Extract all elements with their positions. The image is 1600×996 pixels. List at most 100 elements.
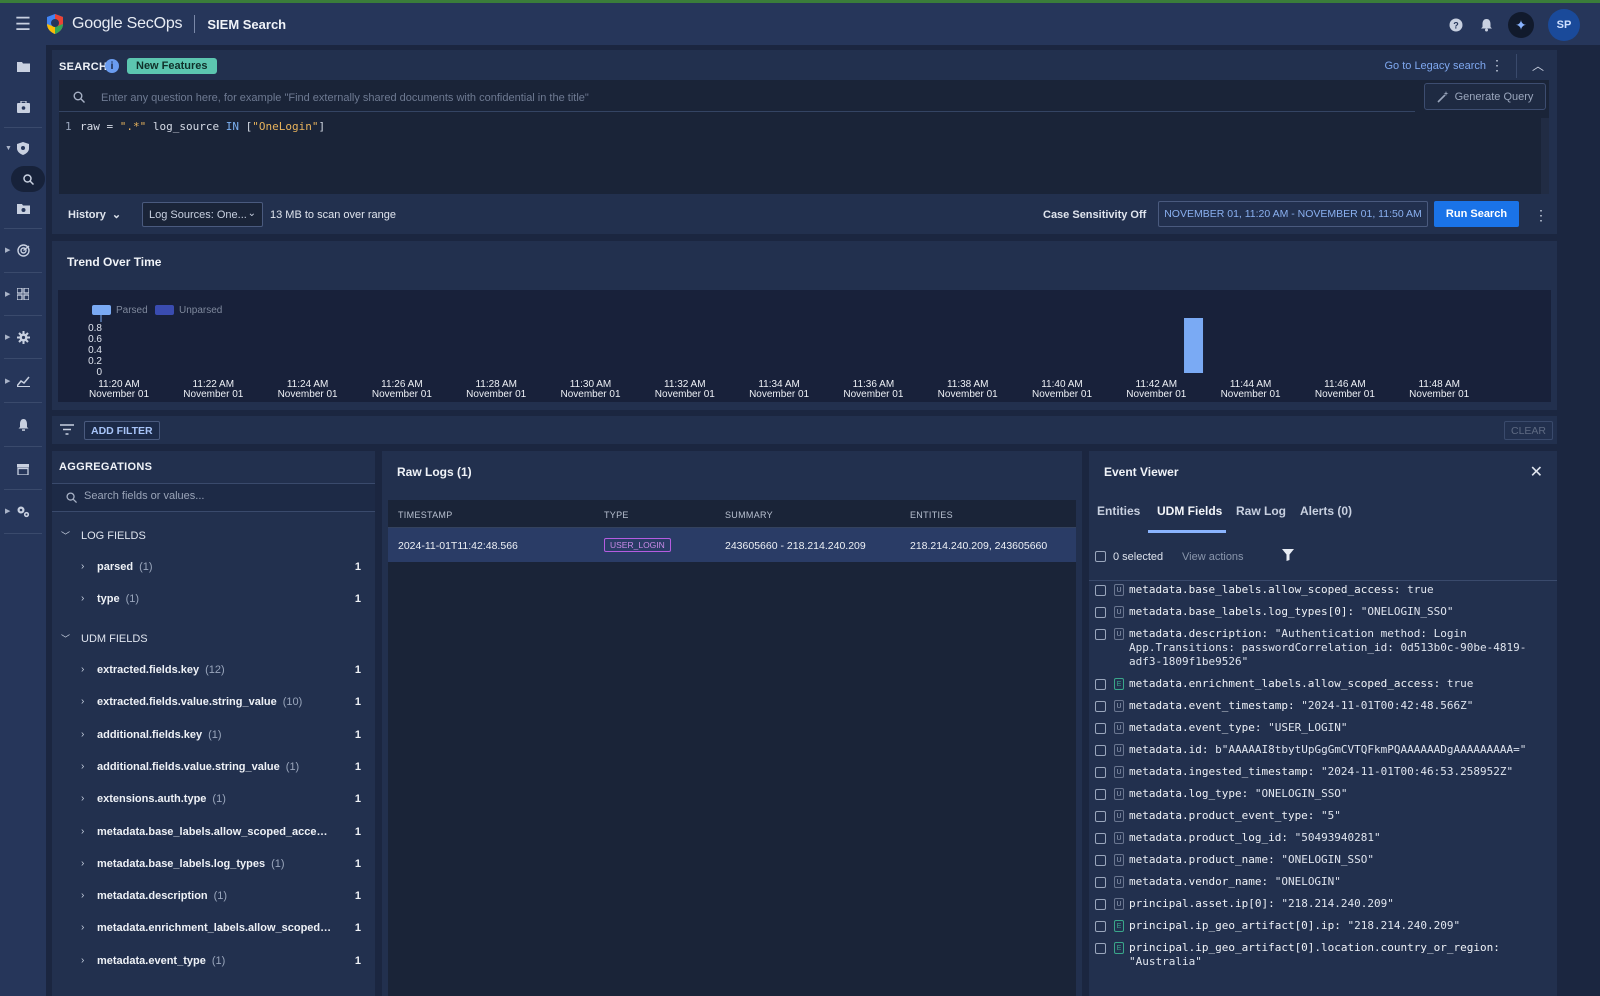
- collapse-chevron-up-icon[interactable]: ︿: [1532, 57, 1544, 74]
- nav-dashboards-icon[interactable]: ▶: [0, 279, 46, 309]
- nav-analytics-chart-icon[interactable]: ▶: [0, 366, 46, 396]
- field-source-tag-icon: E: [1114, 942, 1124, 954]
- editor-scrollbar[interactable]: [1541, 118, 1549, 194]
- aggregation-field-row[interactable]: › metadata.base_labels.log_types (1) 1: [52, 855, 375, 875]
- field-checkbox[interactable]: [1095, 767, 1106, 778]
- udm-field-row[interactable]: Umetadata.vendor_name: "ONELOGIN": [1089, 874, 1557, 894]
- column-header-timestamp[interactable]: TIMESTAMP: [398, 510, 453, 520]
- udm-field-row[interactable]: Umetadata.ingested_timestamp: "2024-11-0…: [1089, 764, 1557, 784]
- left-nav-rail: ▼ ▶ ▶ ▶ ▶ ▶: [0, 45, 46, 996]
- udm-field-row[interactable]: Umetadata.event_type: "USER_LOGIN": [1089, 720, 1557, 740]
- nav-cases-icon[interactable]: [0, 92, 46, 122]
- udm-field-row[interactable]: Umetadata.id: b"AAAAAI8tbytUpGgGmCVTQFkm…: [1089, 742, 1557, 762]
- avatar[interactable]: SP: [1548, 9, 1580, 41]
- aggregation-field-row[interactable]: › metadata.base_labels.allow_scoped_acces…: [52, 823, 375, 843]
- field-checkbox[interactable]: [1095, 833, 1106, 844]
- field-checkbox[interactable]: [1095, 701, 1106, 712]
- field-checkbox[interactable]: [1095, 679, 1106, 690]
- nav-settings-gear-icon[interactable]: ▶: [0, 322, 46, 352]
- hamburger-menu-icon[interactable]: ☰: [0, 3, 46, 45]
- column-header-type[interactable]: TYPE: [604, 510, 629, 520]
- help-icon[interactable]: ?: [1448, 17, 1464, 33]
- column-header-entities[interactable]: ENTITIES: [910, 510, 953, 520]
- notifications-bell-icon[interactable]: [1478, 17, 1494, 33]
- udm-field-row[interactable]: Umetadata.product_log_id: "50493940281": [1089, 830, 1557, 850]
- info-icon[interactable]: i: [105, 59, 119, 73]
- nav-saved-search-icon[interactable]: [0, 193, 46, 223]
- close-icon[interactable]: ✕: [1530, 462, 1543, 482]
- run-search-button[interactable]: Run Search: [1434, 201, 1519, 227]
- nav-detection-shield-icon[interactable]: ▼: [0, 133, 46, 163]
- udm-field-row[interactable]: Uprincipal.asset.ip[0]: "218.214.240.209…: [1089, 896, 1557, 916]
- udm-field-row[interactable]: Umetadata.base_labels.log_types[0]: "ONE…: [1089, 604, 1557, 624]
- tab-alerts[interactable]: Alerts (0): [1300, 504, 1352, 518]
- udm-fields-section[interactable]: ﹀ UDM FIELDS: [52, 630, 375, 650]
- field-checkbox[interactable]: [1095, 723, 1106, 734]
- table-row[interactable]: 2024-11-01T11:42:48.566 USER_LOGIN 24360…: [388, 528, 1076, 562]
- tab-raw-log[interactable]: Raw Log: [1236, 504, 1286, 518]
- udm-field-row[interactable]: Umetadata.product_name: "ONELOGIN_SSO": [1089, 852, 1557, 872]
- nav-admin-settings-icon[interactable]: ▶: [0, 496, 46, 526]
- nav-alerts-bell-icon[interactable]: [0, 410, 46, 440]
- aggregation-field-row[interactable]: › parsed (1) 1: [52, 558, 375, 578]
- udm-field-row[interactable]: Emetadata.enrichment_labels.allow_scoped…: [1089, 676, 1557, 696]
- tab-entities[interactable]: Entities: [1097, 504, 1140, 518]
- tab-udm-fields[interactable]: UDM Fields: [1157, 504, 1222, 518]
- view-actions-button[interactable]: View actions: [1182, 551, 1244, 563]
- udm-field-row[interactable]: Eprincipal.ip_geo_artifact[0].location.c…: [1089, 940, 1557, 974]
- field-checkbox[interactable]: [1095, 899, 1106, 910]
- nav-marketplace-icon[interactable]: [0, 454, 46, 484]
- nav-folder-icon[interactable]: [0, 51, 46, 81]
- aggregation-field-row[interactable]: › metadata.enrichment_labels.allow_scoped…: [52, 919, 375, 939]
- aggregation-field-row[interactable]: › additional.fields.value.string_value (1)…: [52, 758, 375, 778]
- more-vert-icon[interactable]: ⋮: [1534, 207, 1548, 224]
- new-features-badge[interactable]: New Features: [127, 58, 217, 74]
- filter-list-icon[interactable]: [60, 424, 74, 438]
- log-sources-select[interactable]: Log Sources: One... ⌄: [142, 202, 263, 227]
- aggregations-search-input[interactable]: [84, 490, 364, 502]
- field-checkbox[interactable]: [1095, 585, 1106, 596]
- field-checkbox[interactable]: [1095, 855, 1106, 866]
- natural-language-query-input[interactable]: [101, 89, 1401, 107]
- aggregation-field-row[interactable]: › extensions.auth.type (1) 1: [52, 790, 375, 810]
- nav-search-icon[interactable]: [0, 164, 46, 194]
- nav-radar-icon[interactable]: ▶: [0, 235, 46, 265]
- udm-field-row[interactable]: Umetadata.base_labels.allow_scoped_acces…: [1089, 582, 1557, 602]
- udm-field-row[interactable]: Umetadata.product_event_type: "5": [1089, 808, 1557, 828]
- aggregation-field-row[interactable]: › metadata.event_type (1) 1: [52, 952, 375, 972]
- field-checkbox[interactable]: [1095, 629, 1106, 640]
- legacy-search-link[interactable]: Go to Legacy search: [1384, 60, 1486, 72]
- udm-field-row[interactable]: Eprincipal.ip_geo_artifact[0].ip: "218.2…: [1089, 918, 1557, 938]
- chevron-right-icon: ›: [81, 728, 85, 740]
- select-all-checkbox[interactable]: [1095, 551, 1106, 562]
- more-vert-icon[interactable]: ⋮: [1490, 57, 1504, 74]
- column-header-summary[interactable]: SUMMARY: [725, 510, 773, 520]
- aggregation-field-row[interactable]: › extracted.fields.value.string_value (10)…: [52, 693, 375, 713]
- aggregation-field-row[interactable]: › type (1) 1: [52, 590, 375, 610]
- aggregation-field-row[interactable]: › additional.fields.key (1) 1: [52, 726, 375, 746]
- log-fields-section[interactable]: ﹀ LOG FIELDS: [52, 527, 375, 547]
- history-dropdown[interactable]: History ⌄: [68, 208, 121, 222]
- date-range-picker[interactable]: NOVEMBER 01, 11:20 AM - NOVEMBER 01, 11:…: [1158, 201, 1428, 227]
- field-checkbox[interactable]: [1095, 943, 1106, 954]
- udm-field-row[interactable]: Umetadata.event_timestamp: "2024-11-01T0…: [1089, 698, 1557, 718]
- clear-button[interactable]: CLEAR: [1503, 421, 1553, 440]
- udm-field-row[interactable]: Umetadata.log_type: "ONELOGIN_SSO": [1089, 786, 1557, 806]
- case-sensitivity-toggle[interactable]: Case Sensitivity Off: [1043, 209, 1146, 221]
- field-checkbox[interactable]: [1095, 811, 1106, 822]
- filter-funnel-icon[interactable]: [1282, 549, 1294, 564]
- generate-query-button[interactable]: Generate Query: [1424, 83, 1546, 110]
- field-checkbox[interactable]: [1095, 745, 1106, 756]
- gemini-sparkle-icon[interactable]: ✦: [1508, 12, 1534, 38]
- add-filter-button[interactable]: ADD FILTER: [84, 421, 160, 440]
- field-checkbox[interactable]: [1095, 789, 1106, 800]
- udm-field-row[interactable]: Umetadata.description: "Authentication m…: [1089, 626, 1557, 674]
- aggregation-field-row[interactable]: › metadata.description (1) 1: [52, 887, 375, 907]
- field-checkbox[interactable]: [1095, 607, 1106, 618]
- query-code-editor[interactable]: 1 raw = ".*" log_source IN ["OneLogin"]: [59, 118, 1549, 135]
- x-tick-date: November 01: [278, 389, 338, 400]
- aggregation-field-row[interactable]: › extracted.fields.key (12) 1: [52, 661, 375, 681]
- field-checkbox[interactable]: [1095, 877, 1106, 888]
- nav-divider: [4, 489, 42, 490]
- field-checkbox[interactable]: [1095, 921, 1106, 932]
